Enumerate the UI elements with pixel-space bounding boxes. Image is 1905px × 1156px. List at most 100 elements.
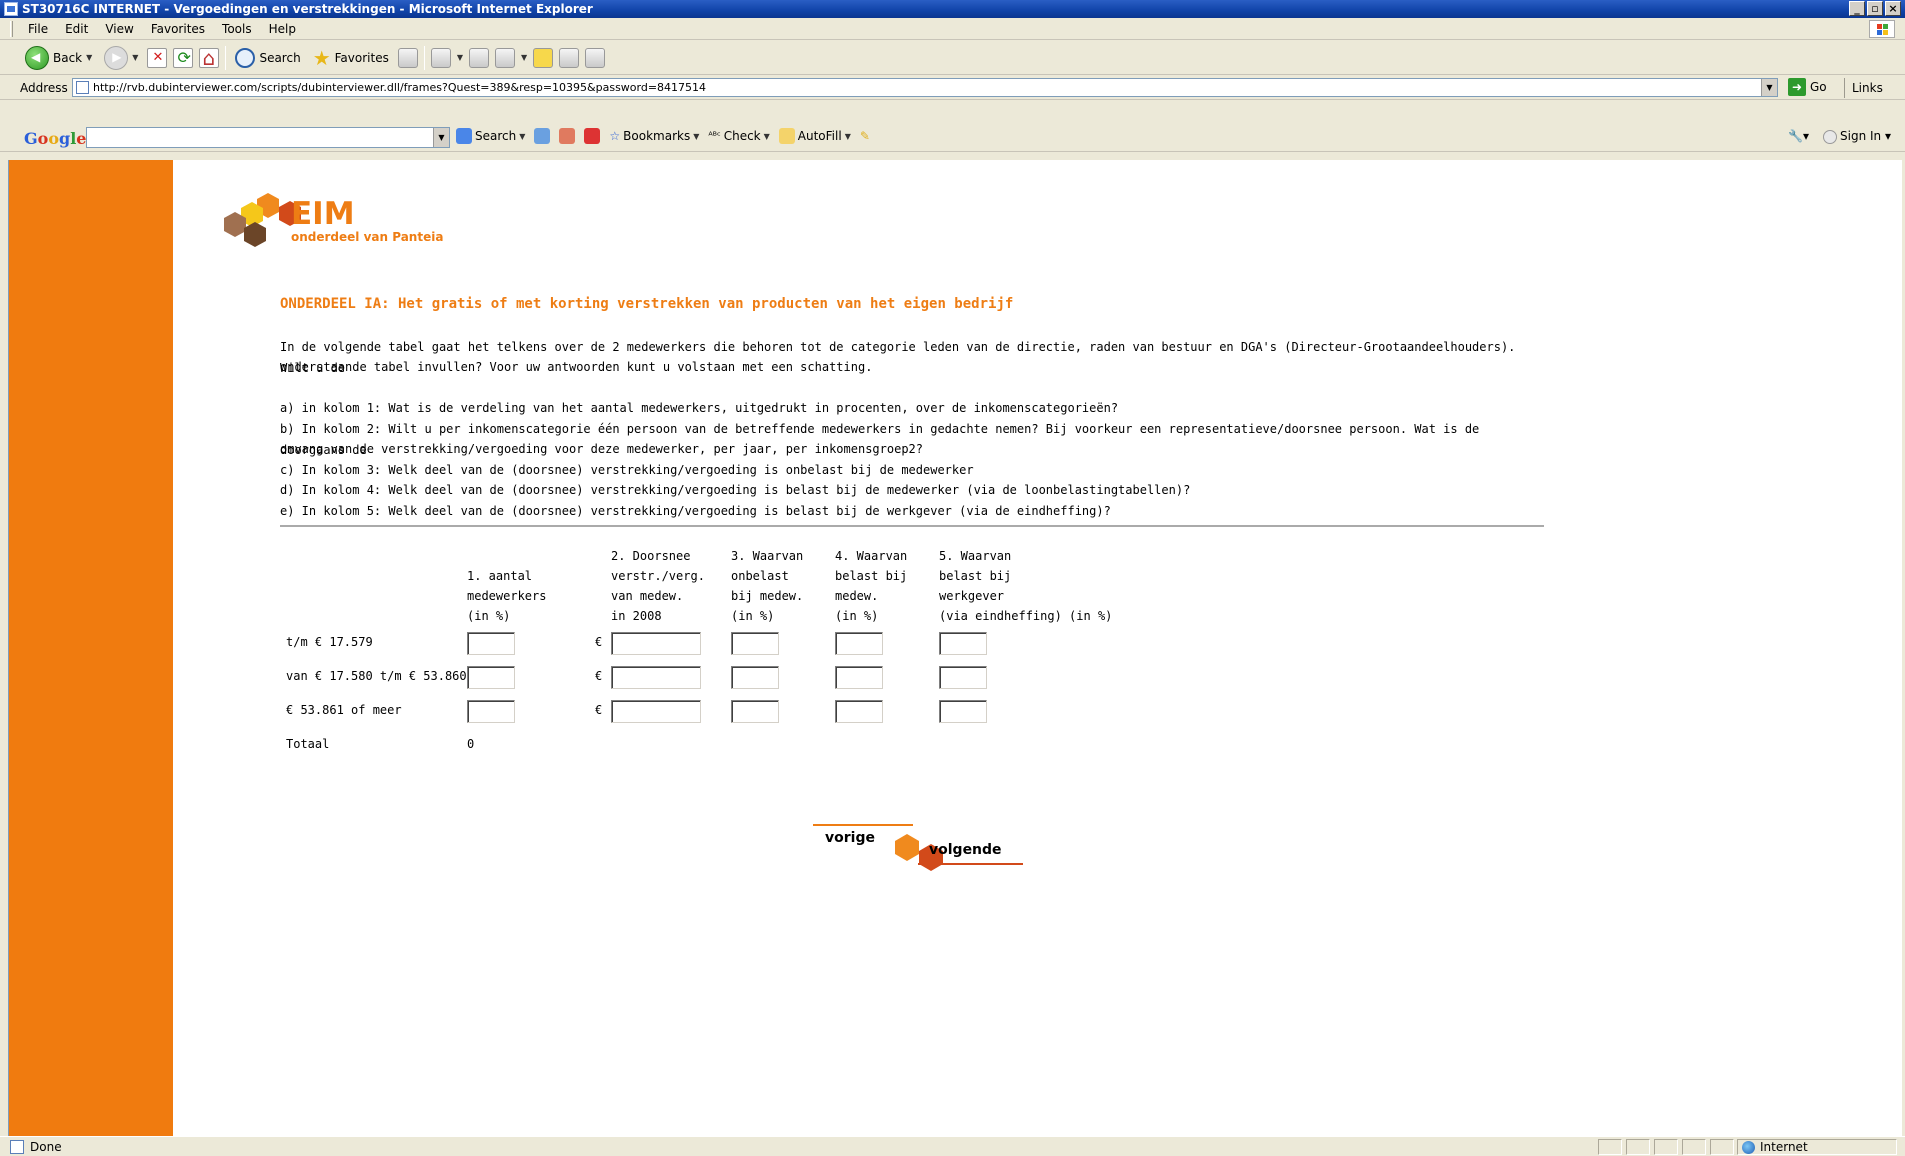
plus-icon[interactable] — [534, 128, 551, 144]
menu-file[interactable]: File — [28, 22, 48, 36]
row1-col2-input[interactable] — [611, 632, 701, 655]
note-icon[interactable] — [533, 47, 554, 68]
pagerank-icon[interactable] — [559, 128, 576, 144]
address-bar: Address http://rvb.dubinterviewer.com/sc… — [0, 76, 1905, 100]
row1-col4-input[interactable] — [835, 632, 883, 655]
highlighter-icon[interactable]: ✎ — [860, 129, 870, 143]
row2-col3-input[interactable] — [731, 666, 779, 689]
chevron-down-icon[interactable]: ▼ — [457, 53, 463, 62]
go-label: Go — [1810, 80, 1827, 94]
settings-wrench-icon[interactable]: 🔧▾ — [1788, 129, 1809, 143]
page-heading: ONDERDEEL IA: Het gratis of met korting … — [280, 296, 1014, 312]
euro-symbol: € — [595, 635, 603, 649]
menu-tools[interactable]: Tools — [222, 22, 252, 36]
chevron-down-icon[interactable]: ▼ — [764, 132, 770, 141]
next-button[interactable]: volgende — [929, 842, 1002, 858]
go-arrow-icon: ➜ — [1788, 78, 1806, 96]
chevron-down-icon[interactable]: ▼ — [845, 132, 851, 141]
favorites-label: Favorites — [334, 50, 389, 65]
forward-button[interactable]: ▼ — [101, 45, 141, 70]
chevron-down-icon[interactable]: ▼ — [86, 53, 92, 62]
security-zone[interactable]: Internet — [1737, 1139, 1897, 1155]
orange-sidebar — [9, 160, 173, 1136]
menu-edit[interactable]: Edit — [65, 22, 88, 36]
close-button[interactable]: × — [1885, 1, 1901, 16]
chevron-down-icon[interactable]: ▼ — [132, 53, 138, 62]
autofill-label: AutoFill — [797, 129, 842, 143]
maximize-button[interactable]: ▫ — [1867, 1, 1883, 16]
google-toolbar-items: Search ▼ ☆ Bookmarks ▼ ᴬᴮᶜ Check ▼ AutoF… — [456, 128, 870, 144]
row1-col1-input[interactable] — [467, 632, 515, 655]
refresh-icon[interactable] — [173, 47, 194, 68]
prev-underline — [813, 824, 913, 826]
toolbar-grip[interactable] — [10, 21, 13, 37]
spellcheck-button[interactable]: ᴬᴮᶜ Check ▼ — [708, 129, 769, 143]
google-search-input[interactable]: ▼ — [86, 127, 450, 148]
home-icon[interactable] — [199, 46, 220, 70]
sign-in-button[interactable]: Sign In ▾ — [1823, 129, 1891, 144]
page-icon — [76, 81, 89, 94]
instruction-e: e) In kolom 5: Welk deel van de (doorsne… — [280, 504, 1111, 518]
chevron-down-icon[interactable]: ▼ — [519, 132, 525, 141]
row3-col3-input[interactable] — [731, 700, 779, 723]
row1-col3-input[interactable] — [731, 632, 779, 655]
row3-col4-input[interactable] — [835, 700, 883, 723]
mail-icon[interactable] — [430, 47, 451, 68]
standard-toolbar: Back ▼ ▼ Search ★ Favorites ▼ ▼ — [0, 41, 1905, 75]
back-button[interactable]: Back ▼ — [22, 45, 95, 70]
row2-col5-input[interactable] — [939, 666, 987, 689]
go-button[interactable]: ➜ Go — [1788, 78, 1827, 96]
edit-word-icon[interactable] — [495, 47, 515, 68]
popup-blocker-icon[interactable] — [584, 128, 601, 144]
total-value: 0 — [467, 737, 475, 751]
logo-subtitle: onderdeel van Panteia — [291, 230, 444, 244]
window-controls: _ ▫ × — [1849, 1, 1901, 16]
chevron-down-icon[interactable]: ▼ — [433, 128, 449, 147]
windows-logo-icon — [1869, 20, 1895, 38]
row2-col1-input[interactable] — [467, 666, 515, 689]
research-icon[interactable] — [559, 47, 580, 68]
print-icon[interactable] — [469, 47, 489, 68]
url-input[interactable]: http://rvb.dubinterviewer.com/scripts/du… — [72, 78, 1778, 97]
total-label: Totaal — [286, 737, 330, 751]
row-label-3: € 53.861 of meer — [286, 703, 402, 717]
chevron-down-icon[interactable]: ▼ — [521, 53, 527, 62]
status-panel — [1654, 1139, 1678, 1155]
autofill-button[interactable]: AutoFill ▼ — [778, 128, 851, 144]
status-text: Done — [30, 1140, 62, 1154]
chevron-down-icon[interactable]: ▼ — [1761, 79, 1777, 96]
menu-help[interactable]: Help — [269, 22, 296, 36]
links-button[interactable]: Links — [1844, 78, 1883, 98]
bookmarks-button[interactable]: ☆ Bookmarks ▼ — [609, 129, 699, 143]
row3-col1-input[interactable] — [467, 700, 515, 723]
window-title-bar: ST30716C INTERNET - Vergoedingen en vers… — [0, 0, 1905, 18]
history-icon[interactable] — [397, 47, 418, 68]
minimize-button[interactable]: _ — [1849, 1, 1865, 16]
favorites-star-icon: ★ — [312, 45, 331, 70]
chevron-down-icon[interactable]: ▼ — [693, 132, 699, 141]
toolbar-separator — [423, 45, 425, 70]
row1-col5-input[interactable] — [939, 632, 987, 655]
favorites-button[interactable]: ★ Favorites — [310, 48, 392, 68]
bookmarks-label: Bookmarks — [623, 129, 691, 143]
row3-col2-input[interactable] — [611, 700, 701, 723]
google-search-button[interactable]: Search ▼ — [456, 128, 525, 144]
page-viewport[interactable]: EIM onderdeel van Panteia ONDERDEEL IA: … — [8, 160, 1902, 1136]
globe-icon — [1742, 1141, 1755, 1154]
menu-favorites[interactable]: Favorites — [151, 22, 205, 36]
stop-icon[interactable] — [147, 47, 168, 68]
google-logo: Google — [24, 129, 87, 148]
row2-col2-input[interactable] — [611, 666, 701, 689]
intro-line-2: onderstaande tabel invullen? Voor uw ant… — [280, 360, 873, 374]
menu-view[interactable]: View — [105, 22, 133, 36]
search-label: Search — [259, 50, 301, 65]
row2-col4-input[interactable] — [835, 666, 883, 689]
search-button[interactable]: Search — [232, 47, 303, 68]
row3-col5-input[interactable] — [939, 700, 987, 723]
prev-button[interactable]: vorige — [825, 830, 875, 846]
google-search-label: Search — [475, 129, 517, 143]
signin-label: Sign In — [1840, 129, 1882, 143]
page-done-icon — [10, 1140, 24, 1154]
window-title: ST30716C INTERNET - Vergoedingen en vers… — [22, 2, 593, 16]
messenger-icon[interactable] — [585, 47, 606, 68]
